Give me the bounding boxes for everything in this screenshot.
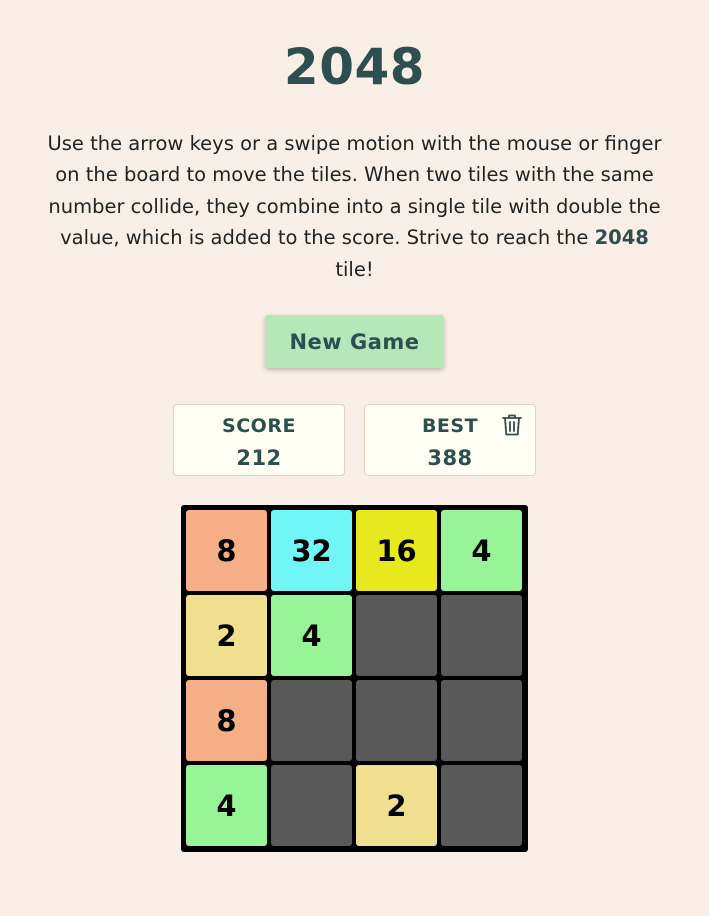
best-score-box: BEST 388 xyxy=(364,404,536,476)
tile: 4 xyxy=(271,595,352,676)
empty-cell xyxy=(271,680,352,761)
empty-cell xyxy=(441,765,522,846)
tile: 4 xyxy=(186,765,267,846)
empty-cell xyxy=(271,765,352,846)
game-title: 2048 xyxy=(283,38,426,96)
tile: 2 xyxy=(356,765,437,846)
instructions-text-end: tile! xyxy=(335,257,374,281)
empty-cell xyxy=(441,680,522,761)
new-game-button[interactable]: New Game xyxy=(265,315,444,368)
tile: 8 xyxy=(186,680,267,761)
tile: 16 xyxy=(356,510,437,591)
tile: 32 xyxy=(271,510,352,591)
tile: 2 xyxy=(186,595,267,676)
score-box: SCORE 212 xyxy=(173,404,345,476)
instructions: Use the arrow keys or a swipe motion wit… xyxy=(40,128,669,285)
instructions-text: Use the arrow keys or a swipe motion wit… xyxy=(47,132,662,250)
empty-cell xyxy=(356,680,437,761)
tile: 4 xyxy=(441,510,522,591)
instructions-highlight: 2048 xyxy=(594,226,649,250)
score-value: 212 xyxy=(236,446,282,470)
best-value: 388 xyxy=(427,446,473,470)
empty-cell xyxy=(356,595,437,676)
trash-icon[interactable] xyxy=(501,413,523,437)
empty-cell xyxy=(441,595,522,676)
tile: 8 xyxy=(186,510,267,591)
score-label: SCORE xyxy=(222,415,296,437)
game-board[interactable]: 8 32 16 4 2 4 8 4 2 xyxy=(181,505,528,852)
